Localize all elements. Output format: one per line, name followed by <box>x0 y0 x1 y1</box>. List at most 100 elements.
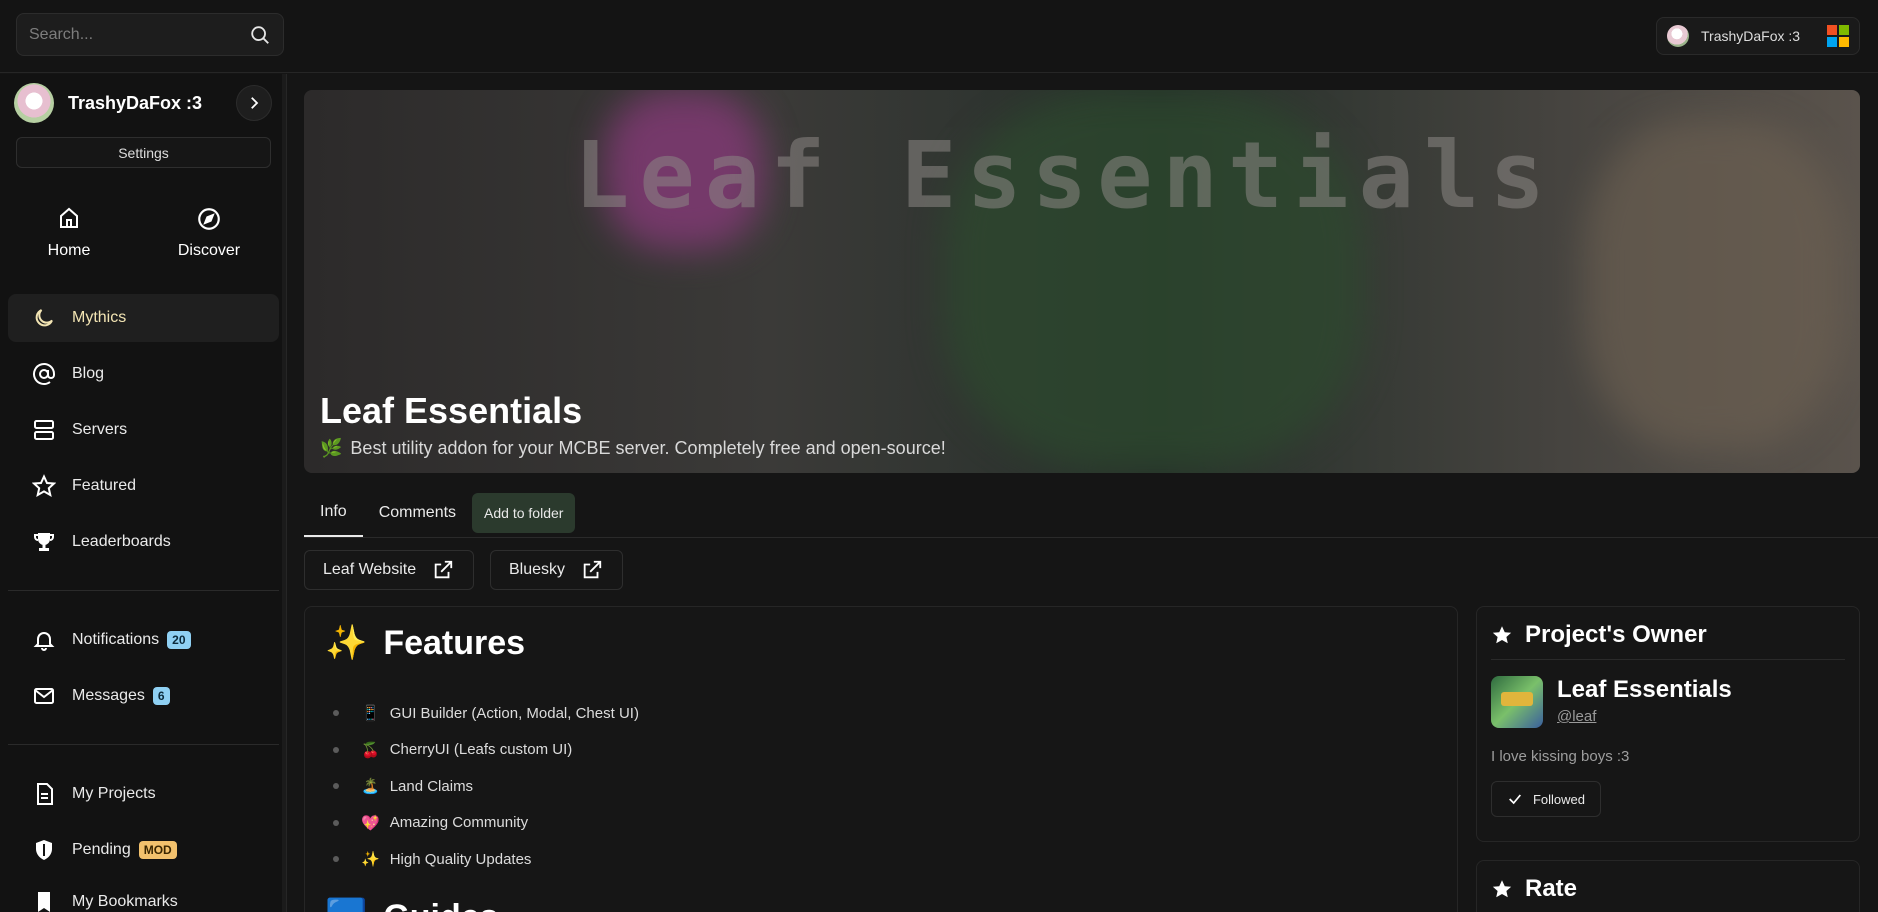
sidebar-item-label: Leaderboards <box>72 533 171 550</box>
sidebar-item-blog[interactable]: Blog <box>8 350 279 398</box>
features-heading: ✨ Features <box>325 623 1437 663</box>
collapse-sidebar-button[interactable] <box>236 85 272 121</box>
mail-icon <box>34 688 54 704</box>
project-owner-card: Project's Owner Leaf Essentials @leaf I … <box>1476 606 1860 842</box>
add-to-folder-button[interactable]: Add to folder <box>472 493 576 533</box>
features-list: 📱 GUI Builder (Action, Modal, Chest UI) 🍒… <box>325 695 1437 878</box>
sidebar-item-leaderboards[interactable]: Leaderboards <box>8 518 279 566</box>
owner-name[interactable]: Leaf Essentials <box>1557 676 1732 704</box>
star-icon <box>32 474 56 497</box>
microsoft-icon <box>1827 25 1849 47</box>
link-label: Bluesky <box>509 561 566 578</box>
owner-heading-text: Project's Owner <box>1525 621 1707 648</box>
notifications-count-badge: 20 <box>167 631 191 649</box>
sidebar: TrashyDaFox :3 Settings Home Discover My… <box>0 74 287 912</box>
list-item-text: CherryUI (Leafs custom UI) <box>389 741 573 759</box>
sparkles-icon: ✨ <box>361 851 380 869</box>
home-icon <box>60 207 78 228</box>
nav-discover-label: Discover <box>177 242 241 259</box>
star-icon <box>1492 626 1512 644</box>
features-card: ✨ Features 📱 GUI Builder (Action, Modal, … <box>304 606 1458 912</box>
moon-icon <box>35 309 53 327</box>
project-banner: Leaf Essentials Leaf Essentials 🌿 Best u… <box>304 90 1860 473</box>
search-box[interactable] <box>16 13 284 56</box>
sidebar-item-label: Mythics <box>72 309 127 326</box>
banner-pixel-logo: Leaf Essentials <box>574 122 1555 229</box>
sidebar-item-featured[interactable]: Featured <box>8 462 279 510</box>
features-heading-text: Features <box>383 623 526 662</box>
sidebar-user: TrashyDaFox :3 <box>14 82 272 124</box>
bell-icon <box>33 632 55 651</box>
phone-icon: 📱 <box>361 705 380 723</box>
project-tabs: Info Comments Add to folder <box>304 490 1878 538</box>
server-icon <box>34 420 54 440</box>
sidebar-item-pending[interactable]: Pending MOD <box>8 826 279 874</box>
top-bar: TrashyDaFox :3 <box>0 0 1878 73</box>
leaf-website-link[interactable]: Leaf Website <box>304 550 474 590</box>
messages-count-badge: 6 <box>152 687 170 705</box>
list-item-text: High Quality Updates <box>389 850 532 868</box>
owner-heading: Project's Owner <box>1491 621 1845 660</box>
sidebar-item-label: Pending <box>72 841 131 858</box>
heart-icon: 💖 <box>361 814 380 832</box>
tab-comments[interactable]: Comments <box>363 489 472 537</box>
list-item: 🏝️ Land Claims <box>325 768 1437 805</box>
follow-label: Followed <box>1532 791 1586 807</box>
search-icon[interactable] <box>249 24 271 46</box>
search-input[interactable] <box>29 25 249 44</box>
sidebar-item-label: Messages <box>72 687 145 704</box>
list-item-text: Land Claims <box>389 777 474 795</box>
rate-heading-text: Rate <box>1525 875 1578 902</box>
external-link-icon <box>434 560 453 579</box>
sidebar-item-label: Blog <box>72 365 105 382</box>
account-name: TrashyDaFox :3 <box>1701 28 1801 44</box>
project-subtitle-text: Best utility addon for your MCBE server.… <box>350 438 946 458</box>
settings-button[interactable]: Settings <box>16 137 271 168</box>
sidebar-item-mythics[interactable]: Mythics <box>8 294 279 342</box>
avatar[interactable] <box>14 83 54 123</box>
owner-profile: Leaf Essentials @leaf <box>1491 676 1845 728</box>
bookmark-icon <box>38 892 50 912</box>
sidebar-item-label: Notifications <box>72 631 160 648</box>
project-title: Leaf Essentials <box>320 390 583 431</box>
sidebar-item-label: My Projects <box>72 785 156 802</box>
sidebar-item-messages[interactable]: Messages 6 <box>8 672 279 720</box>
project-subtitle: 🌿 Best utility addon for your MCBE serve… <box>320 438 946 459</box>
owner-avatar[interactable] <box>1491 676 1543 728</box>
sidebar-item-label: Featured <box>72 477 137 494</box>
account-chip[interactable]: TrashyDaFox :3 <box>1656 17 1860 55</box>
guides-heading-text: Guides <box>383 898 498 912</box>
followed-button[interactable]: Followed <box>1491 781 1601 817</box>
document-icon <box>37 783 53 805</box>
list-item: ✨ High Quality Updates <box>325 841 1437 878</box>
owner-handle[interactable]: @leaf <box>1557 708 1732 725</box>
list-item-text: Amazing Community <box>389 814 529 832</box>
tab-info[interactable]: Info <box>304 489 363 537</box>
check-icon <box>1509 794 1521 805</box>
sidebar-item-label: Servers <box>72 421 128 438</box>
sidebar-item-servers[interactable]: Servers <box>8 406 279 454</box>
leaf-icon: 🌿 <box>320 438 343 458</box>
nav-home[interactable]: Home <box>9 206 129 260</box>
cherry-icon: 🍒 <box>361 741 380 759</box>
list-item: 💖 Amazing Community <box>325 805 1437 842</box>
link-label: Leaf Website <box>323 561 417 578</box>
mod-badge: MOD <box>138 841 177 859</box>
main-content: Leaf Essentials Leaf Essentials 🌿 Best u… <box>288 74 1878 912</box>
divider <box>8 590 279 591</box>
banner-wall <box>1584 120 1844 450</box>
guides-heading: 🟦 Guides <box>325 897 499 912</box>
blue-square-icon: 🟦 <box>325 897 367 912</box>
nav-discover[interactable]: Discover <box>149 206 269 260</box>
sidebar-item-my-projects[interactable]: My Projects <box>8 770 279 818</box>
sidebar-item-notifications[interactable]: Notifications 20 <box>8 616 279 664</box>
sidebar-item-bookmarks[interactable]: My Bookmarks <box>8 880 279 912</box>
sidebar-user-name: TrashyDaFox :3 <box>68 92 203 113</box>
star-icon <box>1492 880 1512 898</box>
nav-home-label: Home <box>47 242 91 259</box>
divider <box>8 744 279 745</box>
shield-icon <box>36 840 52 860</box>
sparkles-icon: ✨ <box>325 624 368 662</box>
sidebar-scrollbar[interactable] <box>282 74 286 912</box>
bluesky-link[interactable]: Bluesky <box>490 550 623 590</box>
